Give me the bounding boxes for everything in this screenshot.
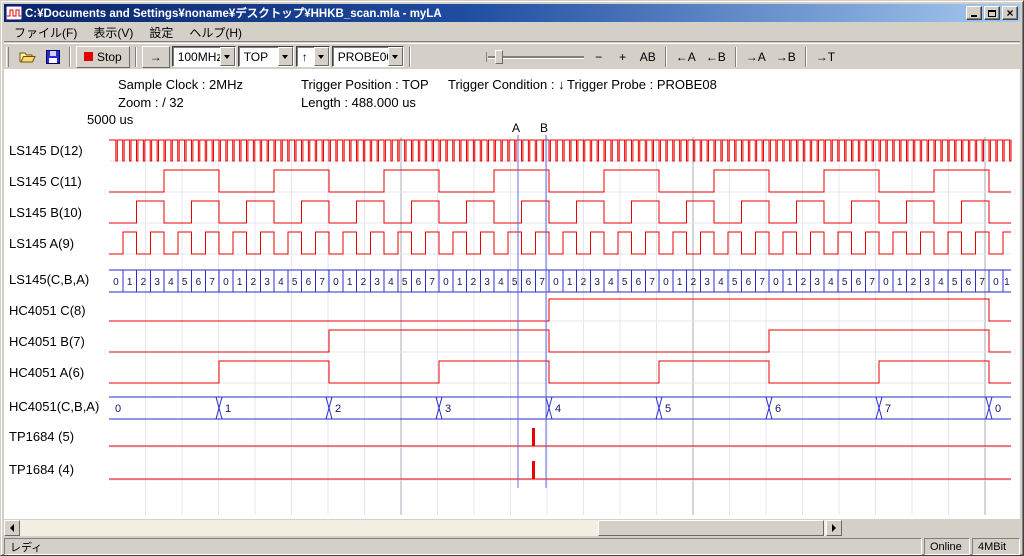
scroll-left-button[interactable] <box>4 520 20 536</box>
toolbar-grip[interactable] <box>6 47 9 67</box>
trigger-edge-select[interactable]: ↑ <box>296 46 330 67</box>
length-text: Length : 488.000 us <box>301 95 416 110</box>
run-button[interactable]: → <box>142 46 170 68</box>
app-window: C:¥Documents and Settings¥noname¥デスクトップ¥… <box>0 0 1024 556</box>
scrollbar-track[interactable] <box>20 520 826 536</box>
arrow-right-icon <box>832 524 836 532</box>
toolbar-separator <box>665 47 667 67</box>
cursor-ab-button[interactable]: AB <box>636 46 660 68</box>
menu-bar: ファイル(F) 表示(V) 設定 ヘルプ(H) <box>4 24 1020 42</box>
channel-label: HC4051 C(8) <box>9 303 86 318</box>
zoom-in-button[interactable]: + <box>612 46 634 68</box>
chevron-down-icon[interactable] <box>314 47 329 66</box>
cursor-b-label[interactable]: B <box>540 121 548 135</box>
status-ready: レディ <box>4 538 922 555</box>
zoom-slider-thumb[interactable] <box>495 50 503 64</box>
status-online: Online <box>924 538 970 555</box>
toolbar-separator <box>735 47 737 67</box>
trigger-position-select[interactable]: TOP <box>238 46 294 67</box>
timebase-label: 5000 us <box>87 112 133 127</box>
waveform-area[interactable] <box>4 69 1020 519</box>
stop-icon <box>84 52 93 61</box>
menu-help[interactable]: ヘルプ(H) <box>181 22 250 44</box>
folder-open-icon <box>19 50 36 64</box>
trigger-position-value: TOP <box>239 47 278 66</box>
title-bar[interactable]: C:¥Documents and Settings¥noname¥デスクトップ¥… <box>4 4 1020 22</box>
cursor-a-label[interactable]: A <box>512 121 520 135</box>
cursor-a-next-button[interactable]: →A <box>742 46 770 68</box>
channel-label: LS145(C,B,A) <box>9 272 89 287</box>
chevron-down-icon[interactable] <box>388 47 403 66</box>
channel-label: LS145 A(9) <box>9 236 74 251</box>
horizontal-scrollbar[interactable] <box>4 520 842 536</box>
chevron-down-icon[interactable] <box>278 47 293 66</box>
channel-label: HC4051(C,B,A) <box>9 399 99 414</box>
channel-label: TP1684 (4) <box>9 462 74 477</box>
open-file-button[interactable] <box>15 46 40 68</box>
scrollbar-thumb[interactable] <box>598 520 824 536</box>
cursor-a-prev-button[interactable]: ←A <box>672 46 700 68</box>
minimize-button[interactable] <box>966 6 982 20</box>
sample-clock-text: Sample Clock : 2MHz <box>118 77 243 92</box>
maximize-button[interactable] <box>984 6 1000 20</box>
cursor-b-next-button[interactable]: →B <box>772 46 800 68</box>
zoom-out-button[interactable]: − <box>588 46 610 68</box>
sample-clock-select[interactable]: 100MHz <box>172 46 236 67</box>
channel-label: LS145 C(11) <box>9 174 82 189</box>
channel-label: LS145 D(12) <box>9 143 83 158</box>
status-bar: レディ Online 4MBit <box>4 538 1020 555</box>
menu-file[interactable]: ファイル(F) <box>6 22 85 44</box>
status-memory: 4MBit <box>972 538 1020 555</box>
zoom-slider[interactable] <box>486 46 586 68</box>
channel-label: HC4051 A(6) <box>9 365 84 380</box>
sample-clock-value: 100MHz <box>173 47 220 66</box>
goto-trigger-button[interactable]: →T <box>812 46 839 68</box>
window-title: C:¥Documents and Settings¥noname¥デスクトップ¥… <box>25 5 963 21</box>
toolbar-separator <box>805 47 807 67</box>
channel-label: LS145 B(10) <box>9 205 82 220</box>
toolbar-separator <box>69 47 71 67</box>
menu-settings[interactable]: 設定 <box>141 22 181 44</box>
save-button[interactable] <box>42 46 64 68</box>
floppy-icon <box>46 50 60 64</box>
close-button[interactable]: × <box>1002 6 1018 20</box>
toolbar-separator <box>135 47 137 67</box>
trigger-position-text: Trigger Position : TOP <box>301 77 429 92</box>
scroll-right-button[interactable] <box>826 520 842 536</box>
menu-view[interactable]: 表示(V) <box>85 22 141 44</box>
maximize-icon <box>988 10 996 17</box>
arrow-left-icon <box>10 524 14 532</box>
channel-label: TP1684 (5) <box>9 429 74 444</box>
trigger-condition-text: Trigger Condition : ↓ <box>448 77 565 92</box>
chevron-down-icon[interactable] <box>220 47 235 66</box>
trigger-edge-value: ↑ <box>297 47 314 66</box>
stop-label: Stop <box>97 50 122 64</box>
toolbar: Stop → 100MHz TOP ↑ PROBE00 − + AB ←A ←B <box>4 43 1020 69</box>
trigger-probe-text: Trigger Probe : PROBE08 <box>567 77 717 92</box>
minimize-icon <box>971 15 977 17</box>
stop-button[interactable]: Stop <box>76 46 130 68</box>
app-icon <box>6 6 22 20</box>
trigger-probe-value: PROBE00 <box>333 47 388 66</box>
cursor-b-prev-button[interactable]: ←B <box>702 46 730 68</box>
zoom-text: Zoom : / 32 <box>118 95 184 110</box>
trigger-probe-select[interactable]: PROBE00 <box>332 46 404 67</box>
close-icon: × <box>1006 7 1013 19</box>
toolbar-separator <box>409 47 411 67</box>
channel-label: HC4051 B(7) <box>9 334 85 349</box>
